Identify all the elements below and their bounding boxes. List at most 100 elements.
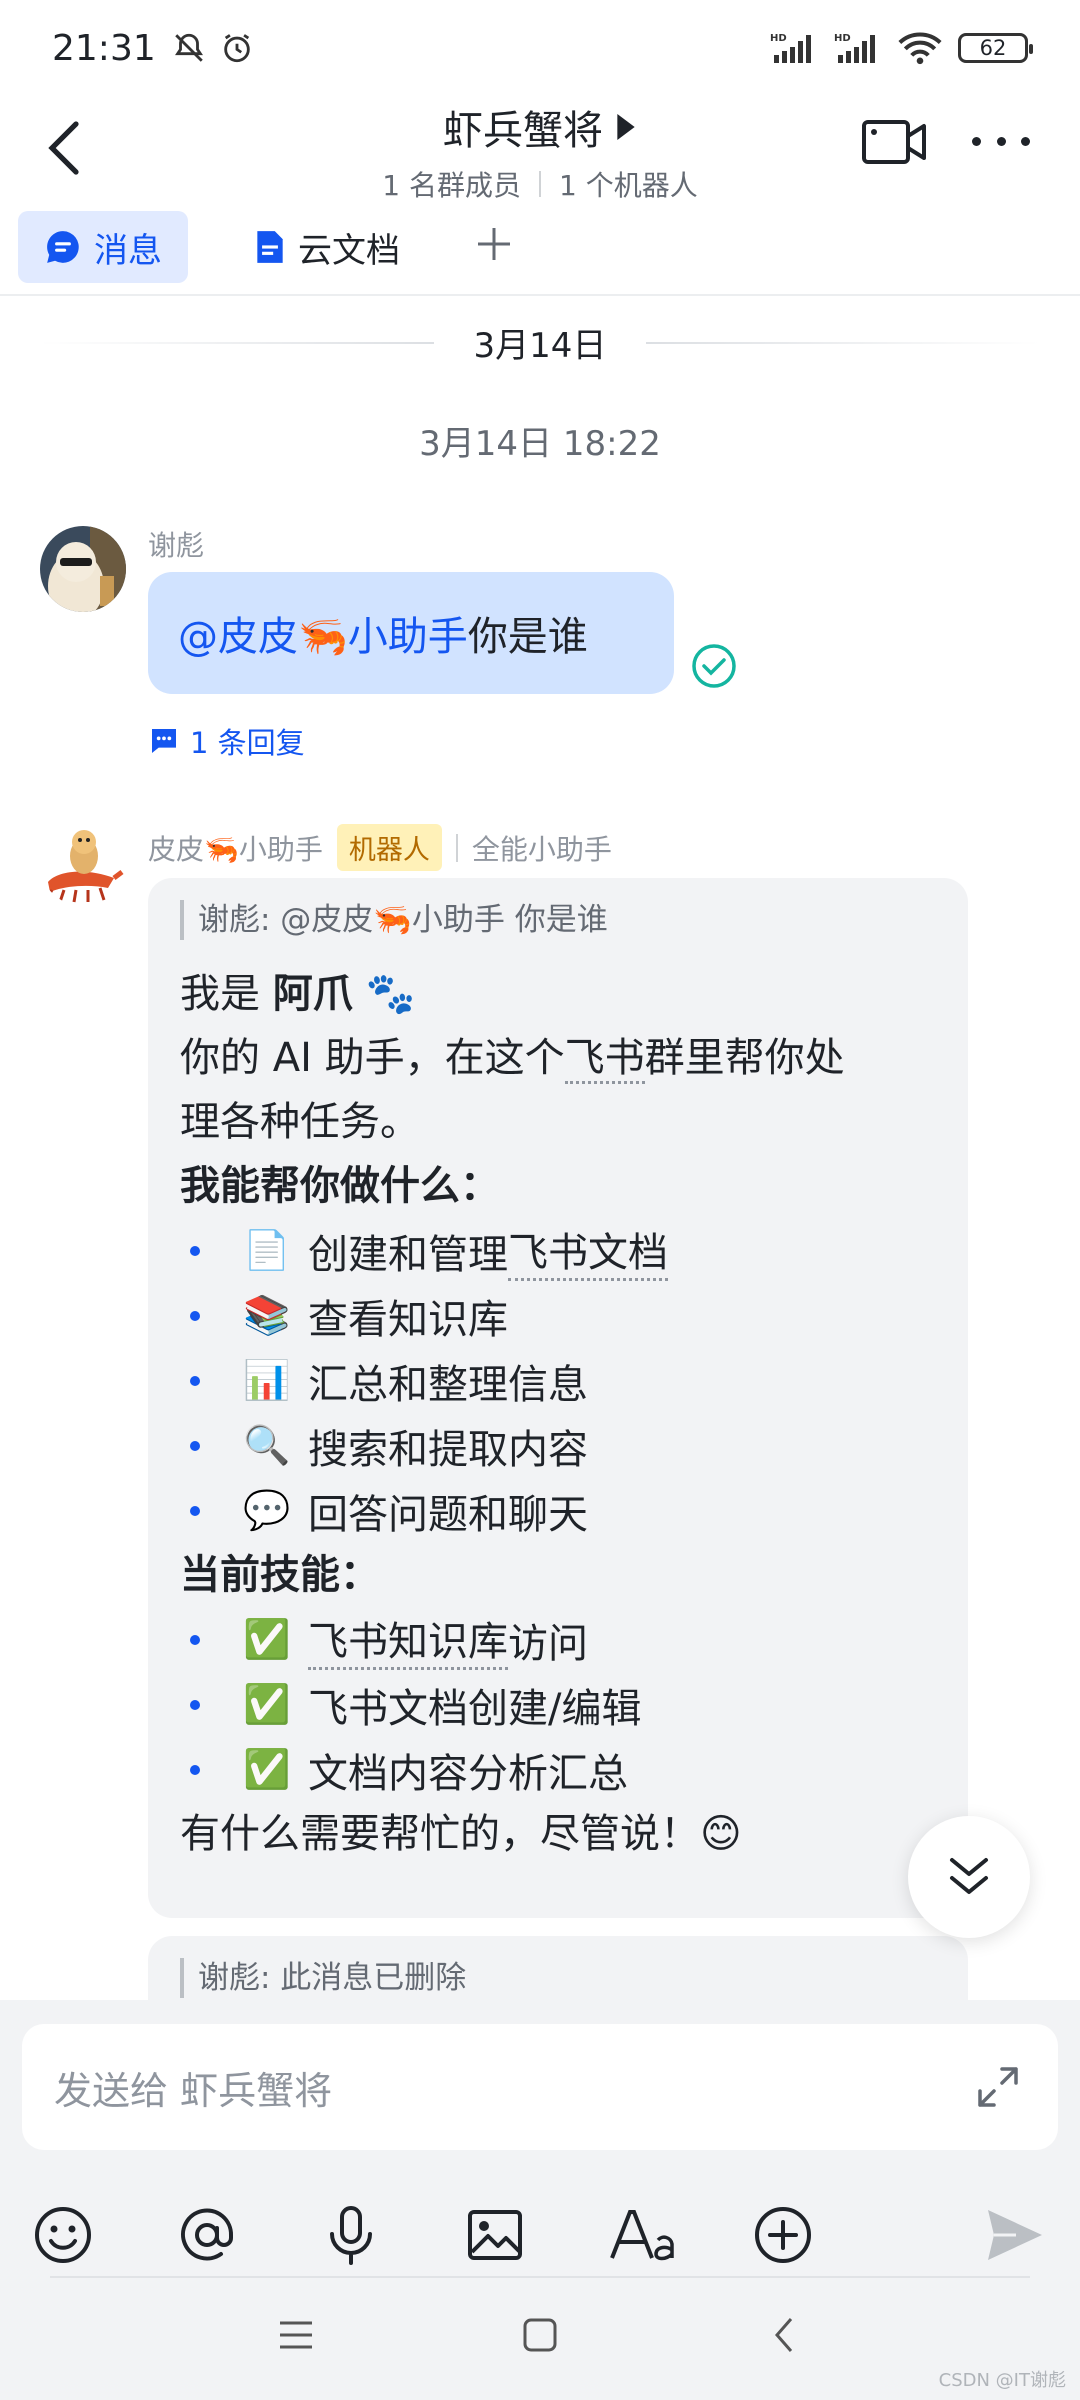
bot-message-bubble[interactable]: 谢彪: @皮皮🦐小助手 你是谁 我是 阿爪 🐾 你的 AI 助手，在这个飞书群里… (148, 878, 968, 1918)
document-icon: 📄 (243, 1228, 291, 1272)
bullet-dot (190, 1245, 200, 1256)
video-call-button[interactable] (860, 112, 930, 172)
send-button[interactable] (980, 2200, 1050, 2270)
feishu-wiki-keyword-link[interactable]: 飞书知识库 (308, 1609, 508, 1670)
check-mark-icon: ✅ (243, 1747, 291, 1791)
wifi-icon (898, 32, 942, 65)
signal-icon: HD (770, 33, 811, 63)
message-input[interactable]: 发送给 虾兵蟹将 (22, 2024, 1058, 2150)
user-avatar[interactable] (40, 526, 126, 612)
bot-sender-row: 皮皮🦐小助手 机器人 全能小助手 (148, 824, 612, 871)
reply-bubble-icon (152, 729, 176, 753)
quoted-message-deleted[interactable]: 谢彪: 此消息已删除 (180, 1958, 936, 1998)
send-icon (988, 2210, 1042, 2260)
bullet-dot (190, 1764, 200, 1775)
speech-bubble-icon: 💬 (243, 1488, 291, 1532)
double-chevron-down-icon (950, 1858, 988, 1894)
list-item-text: 搜索和提取内容 (308, 1426, 588, 1473)
bullet-dot (190, 1634, 200, 1645)
bullet-dot (190, 1699, 200, 1710)
nav-home-button[interactable] (510, 2305, 570, 2365)
closing-text: 有什么需要帮忙的，尽管说！😊 (180, 1811, 742, 1857)
bot-sender-name[interactable]: 皮皮🦐小助手 (148, 828, 323, 868)
magnifier-icon: 🔍 (243, 1423, 291, 1467)
at-sign-icon (181, 2208, 234, 2261)
capabilities-heading: 我能帮你做什么： (180, 1163, 500, 1209)
more-actions-button[interactable] (748, 2200, 818, 2270)
expand-icon[interactable] (970, 2059, 1026, 2115)
sender-divider (455, 833, 458, 862)
message-list[interactable]: 3月14日 3月14日 18:22 谢彪 @皮皮🦐小助手 你是谁 1 条回复 皮… (0, 298, 1080, 2000)
chat-title-text: 虾兵蟹将 (443, 108, 603, 154)
scroll-to-bottom-button[interactable] (908, 1816, 1030, 1938)
tab-cloud-docs-label: 云文档 (298, 230, 400, 271)
signal-icon-2: HD (834, 33, 875, 63)
list-item-text: 汇总和整理信息 (308, 1361, 588, 1408)
plus-icon (478, 228, 510, 260)
list-item-text: 飞书文档创建/编辑 (308, 1685, 642, 1732)
tab-messages-label: 消息 (94, 230, 162, 271)
menu-icon (280, 2321, 312, 2349)
plus-circle-icon (755, 2207, 811, 2263)
video-camera-icon (862, 120, 926, 164)
nav-back-button[interactable] (754, 2305, 814, 2365)
watermark: CSDN @IT谢彪 (938, 2370, 1066, 2391)
chat-title[interactable]: 虾兵蟹将 (443, 98, 637, 156)
bot-name: 阿爪 (272, 971, 353, 1017)
mention-button[interactable] (172, 2200, 242, 2270)
nav-divider (50, 2276, 1030, 2278)
bullet-dot (190, 1440, 200, 1451)
battery-level: 62 (979, 36, 1007, 60)
emoji-button[interactable] (28, 2200, 98, 2270)
tab-messages[interactable]: 消息 (18, 211, 188, 283)
list-item: 📊 汇总和整理信息 (180, 1348, 936, 1413)
skills-list: ✅ 飞书知识库 访问 ✅ 飞书文档创建/编辑 ✅ 文档内容分析汇总 (180, 1607, 936, 1802)
sender-name: 谢彪 (148, 529, 205, 562)
member-count: 1 名群成员 (382, 169, 521, 202)
read-check-icon (692, 644, 736, 688)
quoted-message[interactable]: 谢彪: @皮皮🦐小助手 你是谁 (180, 900, 936, 940)
list-item: ✅ 飞书知识库 访问 (180, 1607, 936, 1672)
text-format-button[interactable] (604, 2200, 684, 2270)
svg-text:HD: HD (770, 33, 787, 44)
bot-avatar[interactable] (40, 820, 126, 906)
list-item: 🔍 搜索和提取内容 (180, 1413, 936, 1478)
bot-intro: 我是 阿爪 🐾 你的 AI 助手，在这个飞书群里帮你处 理各种任务。 我能帮你做… (180, 962, 936, 1218)
list-item-text: 查看知识库 (308, 1296, 508, 1343)
mention[interactable]: @皮皮🦐小助手 (178, 604, 468, 662)
bot-description: 全能小助手 (471, 832, 612, 866)
intro-line-1: 我是 阿爪 🐾 (180, 962, 936, 1026)
feishu-keyword-link[interactable]: 飞书 (564, 1035, 645, 1084)
chat-header: 虾兵蟹将 1 名群成员 1 个机器人 (0, 96, 1080, 202)
bot-count: 1 个机器人 (559, 169, 698, 202)
nav-menu-button[interactable] (266, 2305, 326, 2365)
reply-count-link[interactable]: 1 条回复 (148, 720, 305, 762)
intro-text: 群里帮你处 (644, 1035, 845, 1081)
tab-cloud-docs[interactable]: 云文档 (228, 211, 426, 283)
status-time: 21:31 (52, 27, 156, 69)
more-button[interactable] (966, 116, 1036, 166)
bot-message-bubble-2[interactable]: 谢彪: 此消息已删除 (148, 1936, 968, 2000)
shrimp-avatar-image (40, 820, 126, 906)
dot-icon (1021, 136, 1030, 146)
image-button[interactable] (460, 2200, 530, 2270)
list-item: ✅ 文档内容分析汇总 (180, 1737, 936, 1802)
list-item: 💬 回答问题和聊天 (180, 1478, 936, 1543)
message-text: 你是谁 (467, 614, 588, 660)
message-timestamp: 3月14日 18:22 (419, 424, 661, 464)
skills-heading: 当前技能： (180, 1552, 380, 1598)
mute-bell-icon (174, 33, 203, 62)
user-message-bubble[interactable]: @皮皮🦐小助手 你是谁 (148, 572, 674, 694)
subtitle-divider (539, 171, 541, 197)
chat-bubble-icon (47, 231, 79, 263)
list-item: ✅ 飞书文档创建/编辑 (180, 1672, 936, 1737)
caret-right-icon (617, 114, 635, 140)
list-item-text: 访问 (508, 1620, 588, 1667)
intro-prefix: 我是 (180, 971, 273, 1017)
chat-tabs: 消息 云文档 (0, 200, 1080, 296)
voice-button[interactable] (316, 2200, 386, 2270)
add-tab-button[interactable] (474, 217, 514, 277)
date-divider: 3月14日 (40, 318, 1040, 367)
feishu-docs-keyword-link[interactable]: 飞书文档 (508, 1220, 668, 1281)
alarm-icon (224, 34, 250, 63)
